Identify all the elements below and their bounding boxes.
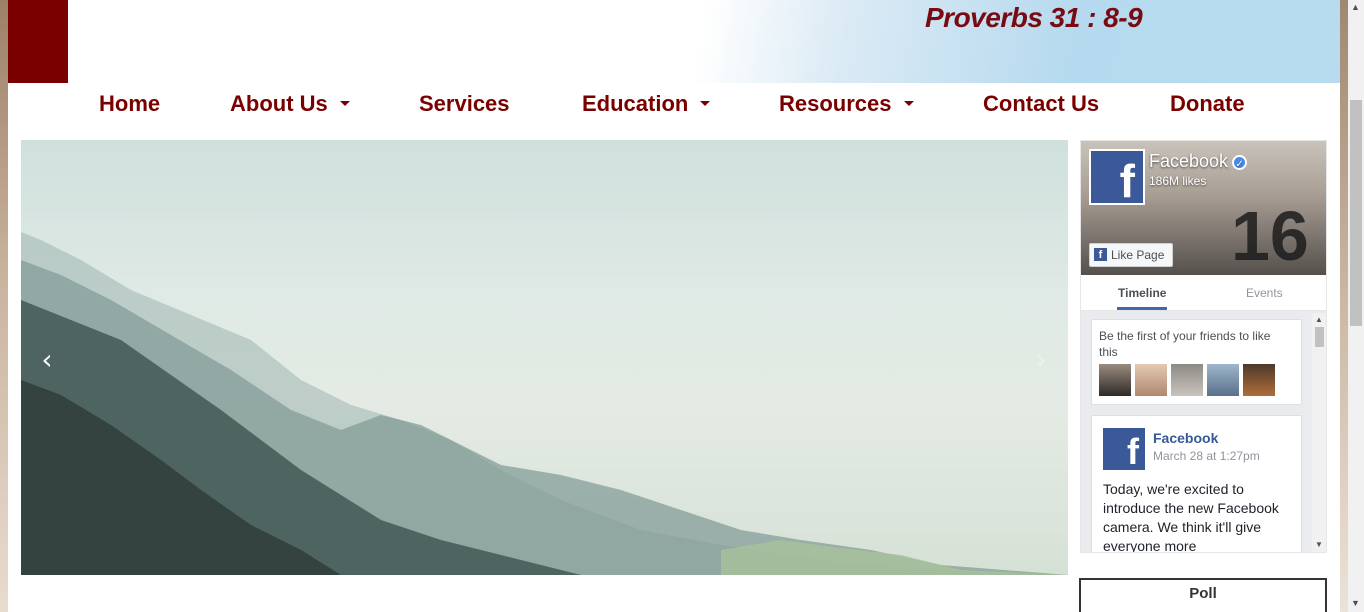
scrollbar-thumb[interactable] — [1350, 100, 1362, 326]
nav-item-label: Donate — [1170, 91, 1245, 116]
nav-item-contact-us[interactable]: Contact Us — [983, 91, 1099, 117]
mountain-landscape-image — [21, 232, 1068, 575]
nav-item-services[interactable]: Services — [419, 91, 510, 117]
scroll-up-arrow-icon[interactable]: ▲ — [1315, 316, 1323, 324]
facebook-post-card: f Facebook March 28 at 1:27pm Today, we'… — [1091, 415, 1302, 553]
friend-avatar[interactable] — [1171, 364, 1203, 396]
header-verse: Proverbs 31 : 8-9 — [925, 2, 1143, 33]
facebook-page-logo[interactable]: f — [1089, 149, 1145, 207]
site-header: Proverbs 31 : 8-9 — [8, 0, 1340, 83]
caret-down-icon — [700, 100, 711, 106]
page-background-left — [0, 0, 8, 612]
facebook-tabs: Timeline Events — [1081, 275, 1326, 311]
verified-badge-icon: ✓ — [1232, 154, 1248, 170]
facebook-likes-count: 186M likes — [1149, 174, 1207, 188]
facebook-feed: Be the first of your friends to like thi… — [1081, 311, 1326, 553]
caret-down-icon — [903, 100, 914, 106]
facebook-page-widget: 16 f Facebook ✓ 186M likes f Like Page Tim… — [1080, 140, 1327, 553]
page-background-right — [1340, 0, 1348, 612]
scroll-up-arrow-icon[interactable]: ▲ — [1351, 2, 1360, 12]
active-tab-indicator — [1117, 307, 1167, 310]
page-scrollbar[interactable]: ▲ ▼ — [1348, 0, 1364, 612]
hero-carousel: ‹ › — [21, 140, 1068, 575]
like-page-button[interactable]: f Like Page — [1089, 243, 1174, 267]
nav-item-label: Contact Us — [983, 91, 1100, 116]
friends-like-card: Be the first of your friends to like thi… — [1091, 319, 1302, 405]
facebook-cover-photo: 16 f Facebook ✓ 186M likes f Like Page — [1081, 141, 1326, 275]
facebook-page-name[interactable]: Facebook ✓ — [1149, 151, 1248, 172]
caret-down-icon — [339, 100, 350, 106]
post-date[interactable]: March 28 at 1:27pm — [1153, 449, 1260, 463]
nav-item-label: Resources — [779, 91, 892, 116]
chevron-right-icon: › — [1035, 343, 1047, 376]
facebook-f-icon[interactable]: f — [1103, 428, 1145, 472]
facebook-f-icon: f — [1091, 151, 1143, 207]
friend-avatar[interactable] — [1099, 364, 1131, 396]
cover-jersey-number: 16 — [1231, 197, 1309, 275]
main-nav: Home About Us Services Education Resourc… — [8, 83, 1340, 127]
friends-prompt: Be the first of your friends to like thi… — [1099, 329, 1271, 359]
nav-item-resources[interactable]: Resources — [779, 91, 914, 117]
carousel-next-button[interactable]: › — [1021, 340, 1061, 380]
scrollbar-thumb[interactable] — [1315, 327, 1324, 347]
nav-item-label: About Us — [230, 91, 328, 116]
scroll-down-arrow-icon[interactable]: ▼ — [1315, 541, 1323, 549]
chevron-left-icon: ‹ — [41, 343, 53, 376]
nav-item-donate[interactable]: Donate — [1170, 91, 1245, 117]
post-author[interactable]: Facebook — [1153, 430, 1218, 446]
nav-item-label: Education — [582, 91, 689, 116]
facebook-feed-scrollbar[interactable]: ▲ ▼ — [1312, 313, 1326, 552]
post-text: Today, we're excited to introduce the ne… — [1103, 481, 1279, 553]
poll-widget: Poll — [1079, 578, 1327, 612]
nav-item-education[interactable]: Education — [582, 91, 711, 117]
carousel-prev-button[interactable]: ‹ — [27, 340, 67, 380]
tab-events[interactable]: Events — [1246, 286, 1283, 300]
scroll-down-arrow-icon[interactable]: ▼ — [1351, 598, 1360, 608]
poll-title: Poll — [1189, 585, 1217, 602]
nav-item-about-us[interactable]: About Us — [230, 91, 350, 117]
facebook-small-icon: f — [1094, 248, 1107, 262]
main-content: ‹ › 16 f Facebook ✓ 186M likes f Like Page — [8, 127, 1340, 612]
friend-avatar[interactable] — [1135, 364, 1167, 396]
nav-item-home[interactable]: Home — [99, 91, 160, 117]
tab-timeline[interactable]: Timeline — [1118, 286, 1166, 300]
nav-item-label: Home — [99, 91, 161, 116]
nav-item-label: Services — [419, 91, 510, 116]
friend-avatar[interactable] — [1243, 364, 1275, 396]
facebook-page-name-text: Facebook — [1149, 151, 1229, 171]
page-container: Proverbs 31 : 8-9 Home About Us Services… — [8, 0, 1340, 612]
like-page-label: Like Page — [1111, 248, 1165, 262]
friend-avatar[interactable] — [1207, 364, 1239, 396]
site-logo[interactable] — [8, 0, 68, 83]
